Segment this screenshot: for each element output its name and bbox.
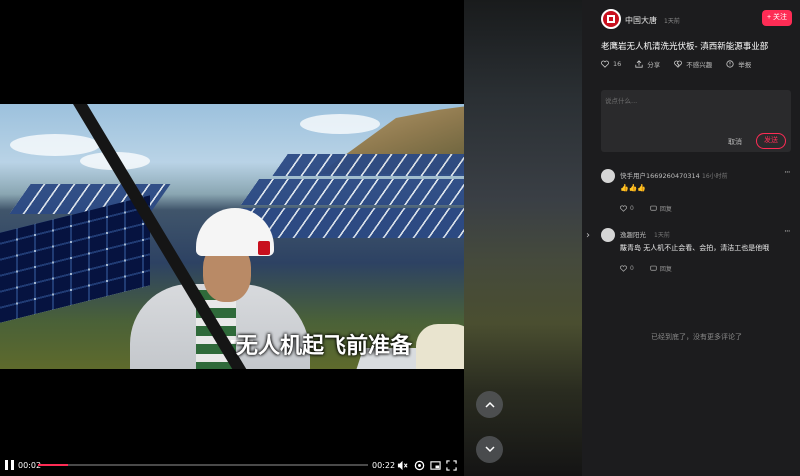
send-button[interactable]: 发送	[756, 133, 786, 149]
flag-icon	[726, 60, 734, 68]
follow-button[interactable]: + 关注	[762, 10, 792, 26]
cloud	[300, 114, 380, 134]
comment-meta: 0 回复	[620, 264, 672, 273]
pause-button[interactable]	[5, 460, 14, 470]
commenter-avatar[interactable]	[601, 169, 615, 183]
solar-panel	[0, 195, 150, 323]
not-interested-label: 不感兴趣	[686, 61, 713, 69]
author-avatar[interactable]	[601, 9, 621, 29]
author-post-time: 1天前	[664, 18, 680, 25]
not-interested-button[interactable]: 不感兴趣	[674, 59, 712, 69]
commenter-name[interactable]: 快手用户1669260470314	[620, 170, 700, 180]
video-player[interactable]: 无人机起飞前准备 00:02 00:22	[0, 0, 464, 476]
progress-fill	[38, 464, 68, 466]
reply-label: 回复	[659, 266, 672, 273]
heart-icon	[601, 60, 609, 68]
comment-time: 16小时前	[702, 173, 728, 180]
comment-time: 1天前	[654, 232, 670, 239]
pip-icon[interactable]	[429, 459, 441, 471]
reply-label: 回复	[659, 206, 672, 213]
cancel-button[interactable]: 取消	[728, 137, 742, 147]
video-subtitle: 无人机起飞前准备	[236, 334, 413, 359]
fullscreen-icon[interactable]	[445, 459, 457, 471]
reply-icon	[650, 265, 657, 271]
author-name[interactable]: 中国大唐	[625, 15, 657, 26]
reply-button[interactable]: 回复	[650, 264, 672, 273]
total-time: 00:22	[372, 461, 396, 470]
broken-heart-icon	[674, 60, 683, 68]
comment-panel	[582, 0, 800, 476]
share-icon	[635, 60, 643, 68]
more-options-icon[interactable]: ···	[784, 227, 791, 237]
heart-icon	[620, 265, 627, 272]
mute-icon[interactable]	[396, 459, 408, 471]
settings-icon[interactable]	[413, 459, 425, 471]
progress-bar[interactable]	[38, 464, 368, 466]
like-button[interactable]: 16	[601, 59, 621, 69]
chevron-down-icon	[484, 446, 495, 453]
solar-panel-row	[272, 154, 464, 176]
chevron-up-icon	[484, 401, 495, 408]
post-title: 老鹰岩无人机清洗光伏板- 滇西新能源事业部	[601, 42, 769, 52]
cloud	[10, 134, 100, 156]
comment-meta: 0 回复	[620, 204, 672, 213]
comment-like-count: 0	[630, 265, 634, 272]
report-button[interactable]: 举报	[726, 59, 751, 69]
reply-icon	[650, 205, 657, 211]
drone	[416, 324, 464, 369]
video-controls: 00:02 00:22	[0, 452, 464, 476]
commenter-avatar[interactable]	[601, 228, 615, 242]
comment-like-button[interactable]: 0	[620, 264, 634, 273]
previous-video-button[interactable]	[476, 391, 503, 418]
more-options-icon[interactable]: ···	[784, 168, 791, 178]
comment-text: 黻青岛 无人机不止会看、会拍，清洁工也是他哦	[620, 244, 770, 252]
share-label: 分享	[647, 61, 661, 69]
comment-placeholder: 说点什么...	[605, 97, 638, 105]
end-of-comments: 已经到底了，没有更多评论了	[651, 333, 742, 341]
comment-text: 👍👍👍	[620, 184, 647, 192]
comment-like-button[interactable]: 0	[620, 204, 634, 213]
helmet-logo	[258, 241, 270, 255]
share-button[interactable]: 分享	[635, 59, 660, 69]
commenter-name[interactable]: 逸趣阳光	[620, 229, 646, 239]
report-label: 举报	[738, 61, 752, 69]
next-video-button[interactable]	[476, 436, 503, 463]
reply-button[interactable]: 回复	[650, 204, 672, 213]
like-count: 16	[613, 60, 622, 68]
solar-panel-row	[240, 179, 464, 205]
comment-like-count: 0	[630, 205, 634, 212]
collapse-panel-icon[interactable]: ›	[582, 230, 594, 244]
post-actions: 16 分享 不感兴趣 举报	[601, 59, 765, 69]
heart-icon	[620, 205, 627, 212]
